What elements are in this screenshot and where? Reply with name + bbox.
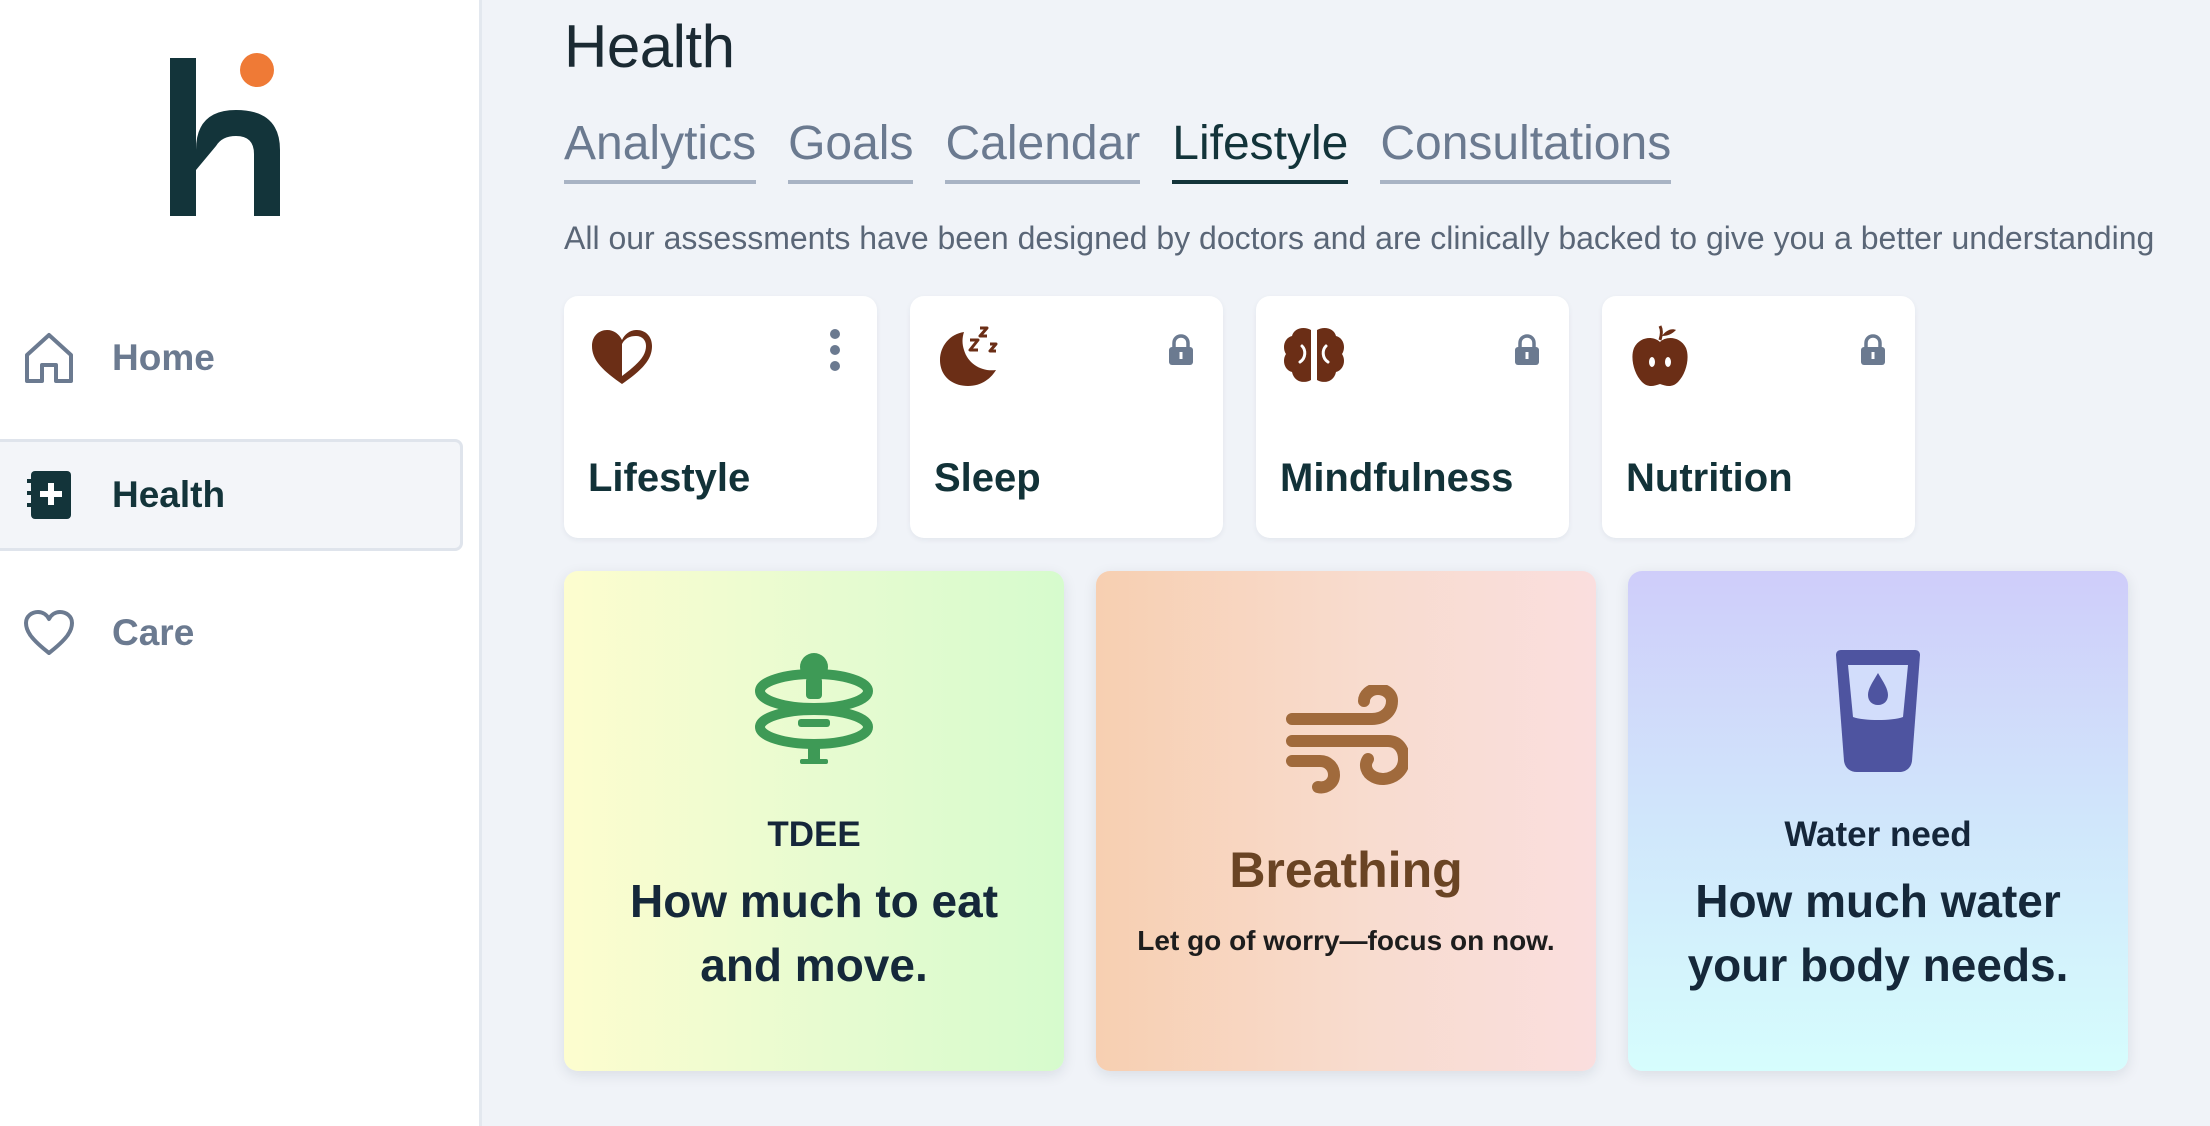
lock-icon: [1165, 328, 1197, 372]
sidebar-item-label: Home: [112, 337, 215, 378]
assessment-heading: How much to eat and move.: [594, 869, 1034, 997]
assessment-heading-line: How much to eat: [629, 875, 999, 927]
tab-bar: Analytics Goals Calendar Lifestyle Consu…: [564, 117, 1672, 184]
intro-text: All our assessments have been designed b…: [564, 220, 2155, 256]
tab-lifestyle[interactable]: Lifestyle: [1172, 117, 1349, 184]
moon-zzz-icon: [934, 322, 1002, 390]
assessment-card-breathing[interactable]: Breathing Let go of worry—focus on now.: [1096, 571, 1596, 1071]
tab-calendar[interactable]: Calendar: [945, 117, 1141, 184]
heart-half-icon: [588, 322, 656, 390]
category-label: Sleep: [934, 456, 1041, 500]
category-card-sleep[interactable]: Sleep: [910, 296, 1223, 538]
assessment-card-tdee[interactable]: TDEE How much to eat and move.: [564, 571, 1064, 1071]
assessment-heading-line: your body needs.: [1687, 939, 2069, 991]
assessment-heading-line: How much water: [1695, 875, 2061, 927]
sidebar-item-home[interactable]: Home: [0, 302, 463, 414]
assessment-heading: How much water your body needs.: [1658, 869, 2098, 997]
assessment-card-water[interactable]: Water need How much water your body need…: [1628, 571, 2128, 1071]
apple-icon: [1626, 322, 1694, 390]
category-card-lifestyle[interactable]: Lifestyle: [564, 296, 877, 538]
category-label: Nutrition: [1626, 456, 1793, 500]
sidebar-item-label: Health: [112, 474, 226, 515]
category-label: Mindfulness: [1280, 456, 1514, 500]
sidebar-item-label: Care: [112, 612, 195, 653]
heart-outline-icon: [22, 606, 76, 660]
app-logo[interactable]: [160, 50, 290, 220]
category-card-nutrition[interactable]: Nutrition: [1602, 296, 1915, 538]
assessment-subtitle: TDEE: [767, 815, 861, 854]
person-rings-icon: [754, 651, 874, 767]
water-glass-icon: [1832, 649, 1924, 773]
tab-goals[interactable]: Goals: [788, 117, 914, 184]
assessment-subtitle: Water need: [1784, 815, 1972, 854]
sidebar: Home Health Care: [0, 0, 482, 1126]
more-vertical-icon[interactable]: [819, 328, 851, 372]
sidebar-item-care[interactable]: Care: [0, 577, 463, 689]
wind-icon: [1284, 682, 1411, 795]
category-label: Lifestyle: [588, 456, 751, 500]
lock-icon: [1857, 328, 1889, 372]
home-icon: [22, 331, 76, 385]
page-title: Health: [564, 13, 735, 80]
assessment-heading-line: and move.: [700, 939, 928, 991]
tab-consultations[interactable]: Consultations: [1380, 117, 1672, 184]
assessment-description: Let go of worry—focus on now.: [1137, 925, 1555, 956]
lock-icon: [1511, 328, 1543, 372]
category-card-mindfulness[interactable]: Mindfulness: [1256, 296, 1569, 538]
health-notebook-icon: [22, 468, 76, 522]
brain-icon: [1280, 322, 1348, 390]
assessment-title: Breathing: [1229, 842, 1463, 898]
tab-analytics[interactable]: Analytics: [564, 117, 757, 184]
sidebar-item-health[interactable]: Health: [0, 439, 463, 551]
